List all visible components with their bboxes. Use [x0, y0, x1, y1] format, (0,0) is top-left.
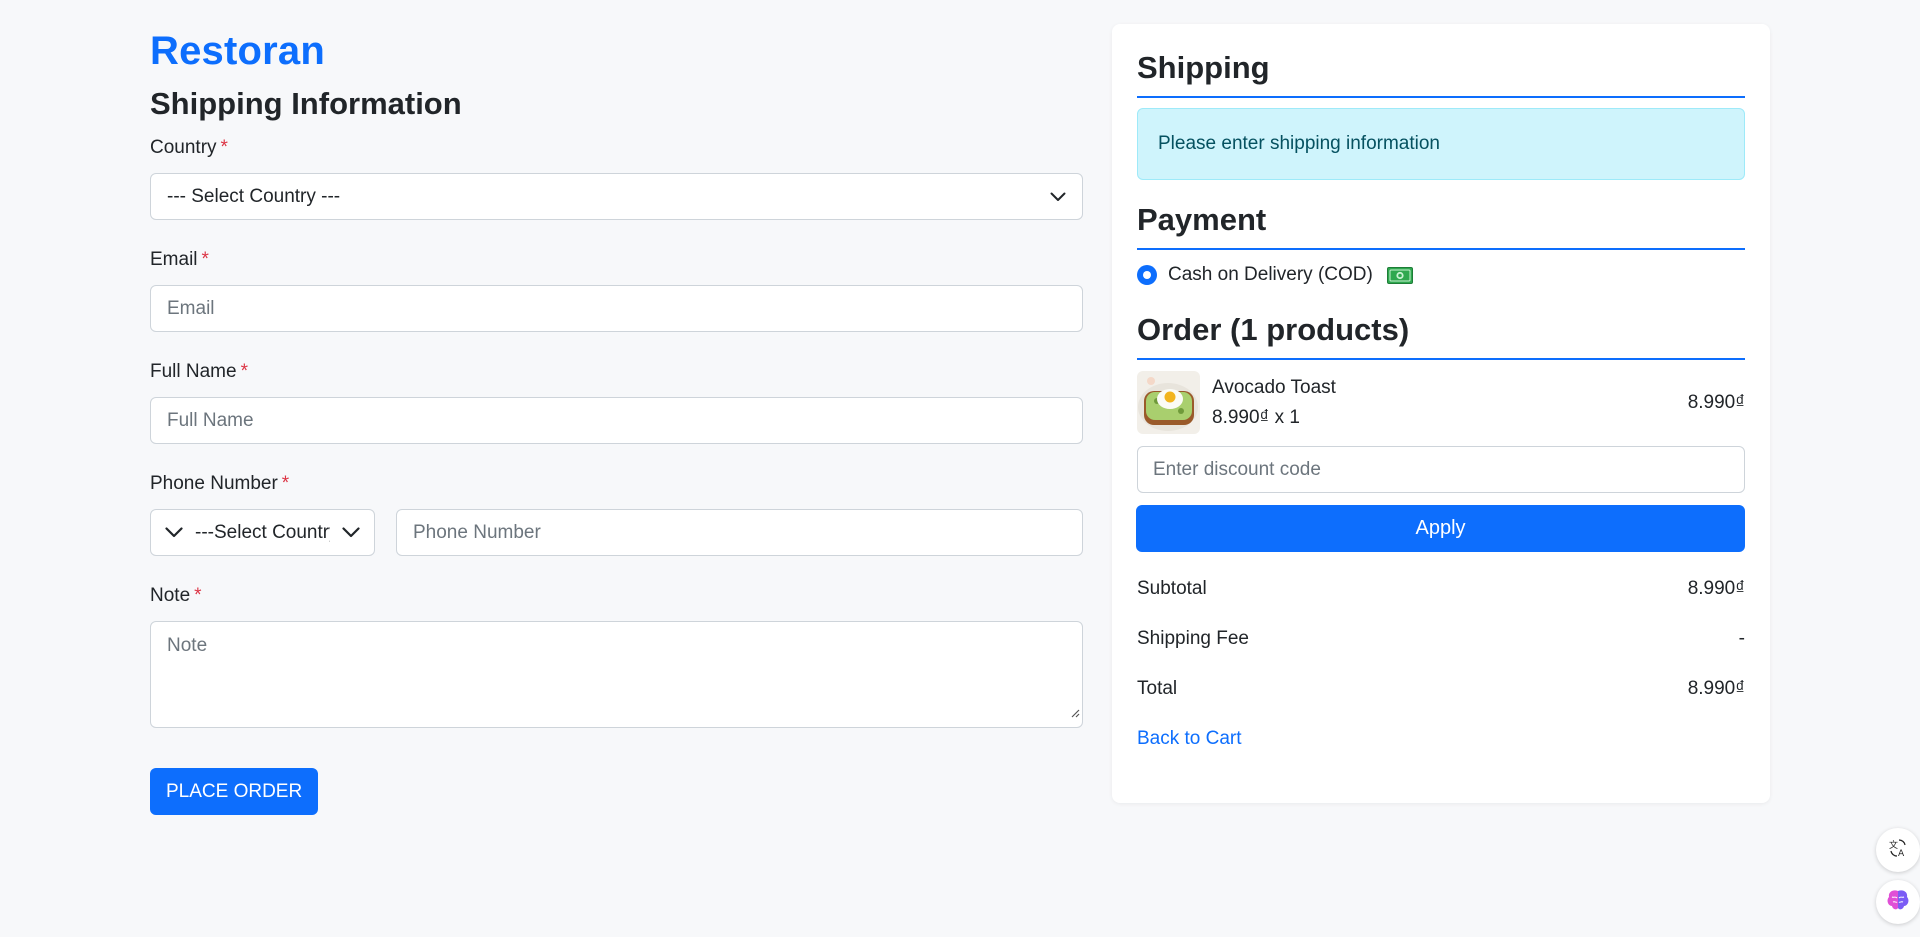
cod-radio[interactable]	[1137, 265, 1157, 285]
email-group: Email * Email	[150, 248, 1083, 332]
shipping-fee-value: -	[1738, 628, 1745, 649]
page-title: Shipping Information	[150, 86, 462, 121]
brain-icon	[1886, 889, 1910, 916]
chevron-down-icon	[1050, 174, 1066, 219]
note-label: Note *	[150, 585, 202, 606]
country-group: Country * --- Select Country ---	[150, 136, 1083, 220]
order-summary-panel: Shipping Please enter shipping informati…	[1112, 24, 1770, 803]
email-label: Email *	[150, 249, 209, 270]
svg-text:A: A	[1898, 849, 1905, 858]
payment-heading: Payment	[1137, 202, 1745, 250]
phone-number-field[interactable]: Phone Number	[396, 509, 1083, 556]
ai-assistant-button[interactable]	[1876, 880, 1920, 924]
payment-method-label: Cash on Delivery (COD)	[1168, 264, 1373, 285]
subtotal-value: 8.990₫	[1687, 578, 1745, 599]
avocado-toast-image	[1137, 371, 1200, 434]
item-info: Avocado Toast 8.990₫ x 1	[1212, 373, 1688, 433]
country-label: Country *	[150, 137, 228, 158]
total-label: Total	[1137, 678, 1178, 699]
discount-code-input[interactable]: Enter discount code	[1137, 446, 1745, 493]
shipping-fee-row: Shipping Fee -	[1137, 614, 1745, 664]
translate-icon: 文 A	[1888, 838, 1908, 863]
total-value: 8.990₫	[1687, 678, 1745, 699]
phone-group: Phone Number* ---Select Country--- Phone…	[150, 472, 1083, 556]
checkout-page: Restoran Shipping Information Country * -…	[0, 0, 1920, 937]
country-code-select[interactable]: ---Select Country---	[150, 509, 375, 556]
subtotal-label: Subtotal	[1137, 578, 1207, 599]
order-heading: Order (1 products)	[1137, 312, 1745, 360]
country-select[interactable]: --- Select Country ---	[150, 173, 1083, 220]
chevron-down-icon	[342, 522, 360, 544]
shipping-alert: Please enter shipping information	[1137, 108, 1745, 180]
place-order-button[interactable]: PLACE ORDER	[150, 768, 319, 815]
note-textarea[interactable]: Note	[150, 621, 1083, 728]
chevron-down-icon	[165, 522, 183, 544]
item-unit-price: 8.990₫ x 1	[1212, 406, 1300, 428]
email-field[interactable]: Email	[150, 285, 1083, 332]
order-item: Avocado Toast 8.990₫ x 1 8.990₫	[1137, 371, 1745, 434]
back-to-cart-link[interactable]: Back to Cart	[1137, 728, 1242, 750]
note-placeholder: Note	[167, 635, 208, 656]
brand-logo[interactable]: Restoran	[150, 28, 1083, 74]
item-price: 8.990₫	[1687, 391, 1745, 413]
full-name-label: Full Name *	[150, 361, 248, 382]
full-name-field[interactable]: Full Name	[150, 397, 1083, 444]
shipping-heading: Shipping	[1137, 50, 1745, 98]
svg-text:文: 文	[1889, 839, 1898, 851]
resize-handle-icon[interactable]	[1070, 701, 1080, 725]
subtotal-row: Subtotal 8.990₫	[1137, 564, 1745, 614]
note-group: Note * Note	[150, 584, 1083, 728]
payment-option-cod[interactable]: Cash on Delivery (COD)	[1137, 264, 1745, 286]
phone-row: ---Select Country--- Phone Number	[150, 509, 1083, 556]
total-row: Total 8.990₫	[1137, 664, 1745, 714]
cash-icon	[1386, 266, 1413, 284]
phone-label: Phone Number *	[150, 473, 290, 494]
country-code-value: ---Select Country---	[195, 521, 330, 543]
item-name: Avocado Toast	[1212, 376, 1336, 398]
full-name-group: Full Name * Full Name	[150, 360, 1083, 444]
shipping-form: Restoran Shipping Information Country * -…	[150, 28, 1083, 815]
shipping-fee-label: Shipping Fee	[1137, 628, 1249, 649]
translate-button[interactable]: 文 A	[1876, 828, 1920, 872]
apply-button[interactable]: Apply	[1136, 505, 1745, 552]
